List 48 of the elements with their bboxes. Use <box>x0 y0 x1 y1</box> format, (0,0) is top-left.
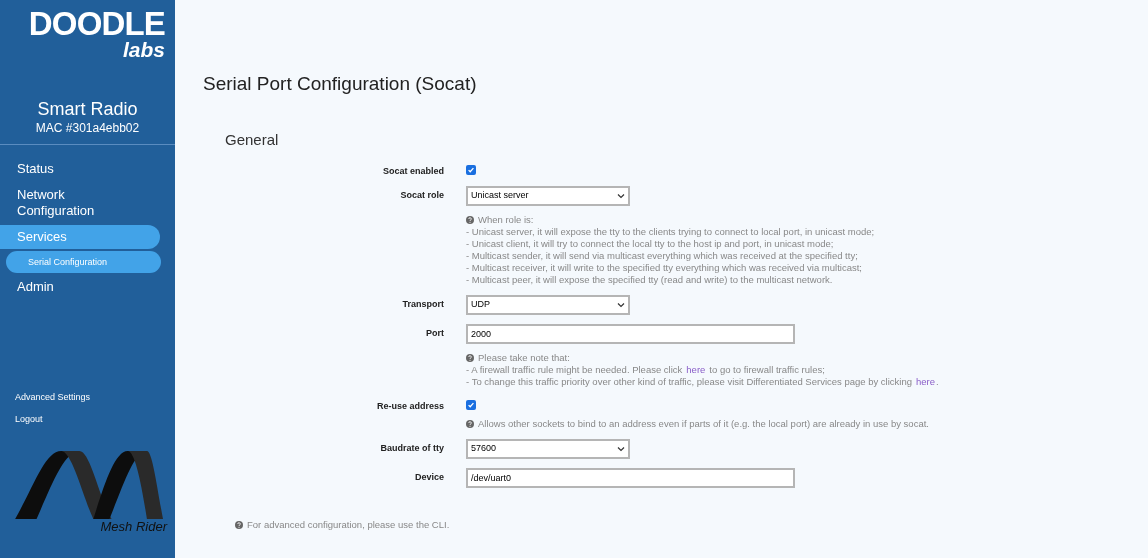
chevron-down-icon <box>617 193 625 199</box>
link[interactable]: here <box>686 364 706 376</box>
field-label: Port <box>426 328 444 338</box>
sidebar-link[interactable]: Advanced Settings <box>0 391 175 403</box>
input-field[interactable]: /dev/uart0 <box>466 468 795 488</box>
logo-text: DOODLE <box>28 6 165 42</box>
footer-note: For advanced configuration, please use the CLI. <box>247 518 450 532</box>
dropdown[interactable]: 57600 <box>466 439 630 459</box>
help-text: - Multicast sender, it will send via multicast everything which was received at the specified tty; <box>466 250 858 262</box>
section-title: General <box>225 130 280 150</box>
help-text: When role is: <box>478 214 534 226</box>
mac-address: MAC #301a4ebb02 <box>35 120 140 136</box>
help-text: - Unicast client, it will try to connect the local tty to the host ip and port, in unicast mode; <box>466 238 834 250</box>
nav-item[interactable]: Status <box>0 157 122 181</box>
field-label: Device <box>414 472 444 482</box>
field-label: Transport <box>402 299 444 309</box>
field-label: Re-use address <box>376 401 444 411</box>
help-icon <box>466 216 474 224</box>
brand-text: Mesh Rider <box>100 519 167 535</box>
field-label: Baudrate of tty <box>380 443 444 453</box>
help-text: - A firewall traffic rule might be needed. Please click <box>466 364 683 376</box>
help-icon <box>466 354 474 362</box>
help-text: . <box>936 376 939 388</box>
input-field[interactable]: 2000 <box>466 324 795 344</box>
field-label: Socat role <box>400 190 444 200</box>
help-text: Allows other sockets to bind to an address even if parts of it (e.g. the local port) are already in use by socat. <box>478 418 929 430</box>
nav-item[interactable]: Network Configuration <box>0 183 122 223</box>
help-text: to go to firewall traffic rules; <box>709 364 825 376</box>
device-name: Smart Radio <box>37 98 138 120</box>
checkbox[interactable] <box>466 400 476 410</box>
help-text: - Unicast server, it will expose the tty to the clients trying to connect to local port, in unicast mode; <box>466 226 875 238</box>
chevron-down-icon <box>617 446 625 452</box>
help-icon <box>466 420 474 428</box>
sidebar-link[interactable]: Logout <box>0 413 175 425</box>
chevron-down-icon <box>617 302 625 308</box>
checkbox[interactable] <box>466 165 476 175</box>
field-label: Socat enabled <box>382 166 444 176</box>
dropdown[interactable]: Unicast server <box>466 186 630 206</box>
help-icon <box>235 521 243 530</box>
dropdown[interactable]: UDP <box>466 295 630 315</box>
nav-item[interactable]: Admin <box>0 275 122 299</box>
help-text: - Multicast peer, it will expose the specified tty (read and write) to the multicast network. <box>466 274 833 286</box>
page-title: Serial Port Configuration (Socat) <box>203 72 478 96</box>
help-text: Please take note that: <box>478 352 570 364</box>
logo-text: labs <box>122 40 165 60</box>
help-text: - Multicast receiver, it will write to the specified tty everything which was received via multicast; <box>466 262 862 274</box>
help-text: - To change this traffic priority over other kind of traffic, please visit Differentiated Services page by clicking <box>466 376 912 388</box>
link[interactable]: here <box>916 376 936 388</box>
